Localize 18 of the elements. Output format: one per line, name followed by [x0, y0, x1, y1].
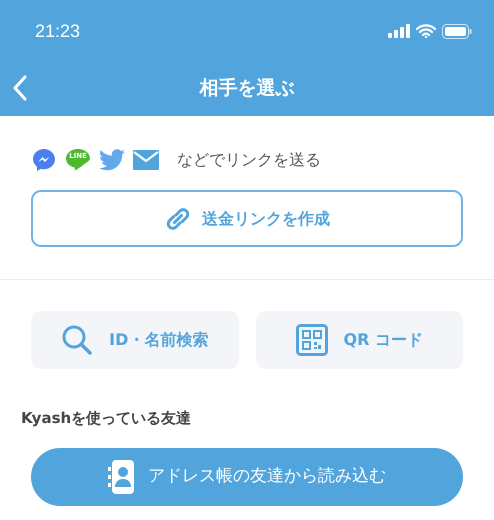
create-link-button[interactable]: 送金リンクを作成: [31, 190, 463, 247]
wifi-icon: [416, 24, 436, 38]
chat-bubble-icon: [31, 147, 57, 173]
contact-book-icon: [108, 460, 134, 494]
search-icon: [61, 324, 94, 356]
qr-code-icon: [296, 324, 328, 356]
action-button[interactable]: ID・名前検索: [31, 311, 238, 369]
section-heading: Kyashを使っている友達: [21, 409, 192, 427]
status-time: 21:23: [35, 20, 80, 42]
bird-icon: [99, 149, 125, 171]
screen-title: 相手を選ぶ: [200, 76, 294, 101]
battery-icon: [442, 24, 472, 38]
envelope-icon: [133, 150, 159, 170]
signal-icon: [388, 24, 410, 38]
share-hint: などでリンクを送る: [177, 149, 321, 171]
back-icon: [13, 75, 27, 101]
action-button[interactable]: QR コード: [256, 311, 463, 369]
import-contacts-button[interactable]: アドレス帳の友達から読み込む: [31, 448, 463, 506]
